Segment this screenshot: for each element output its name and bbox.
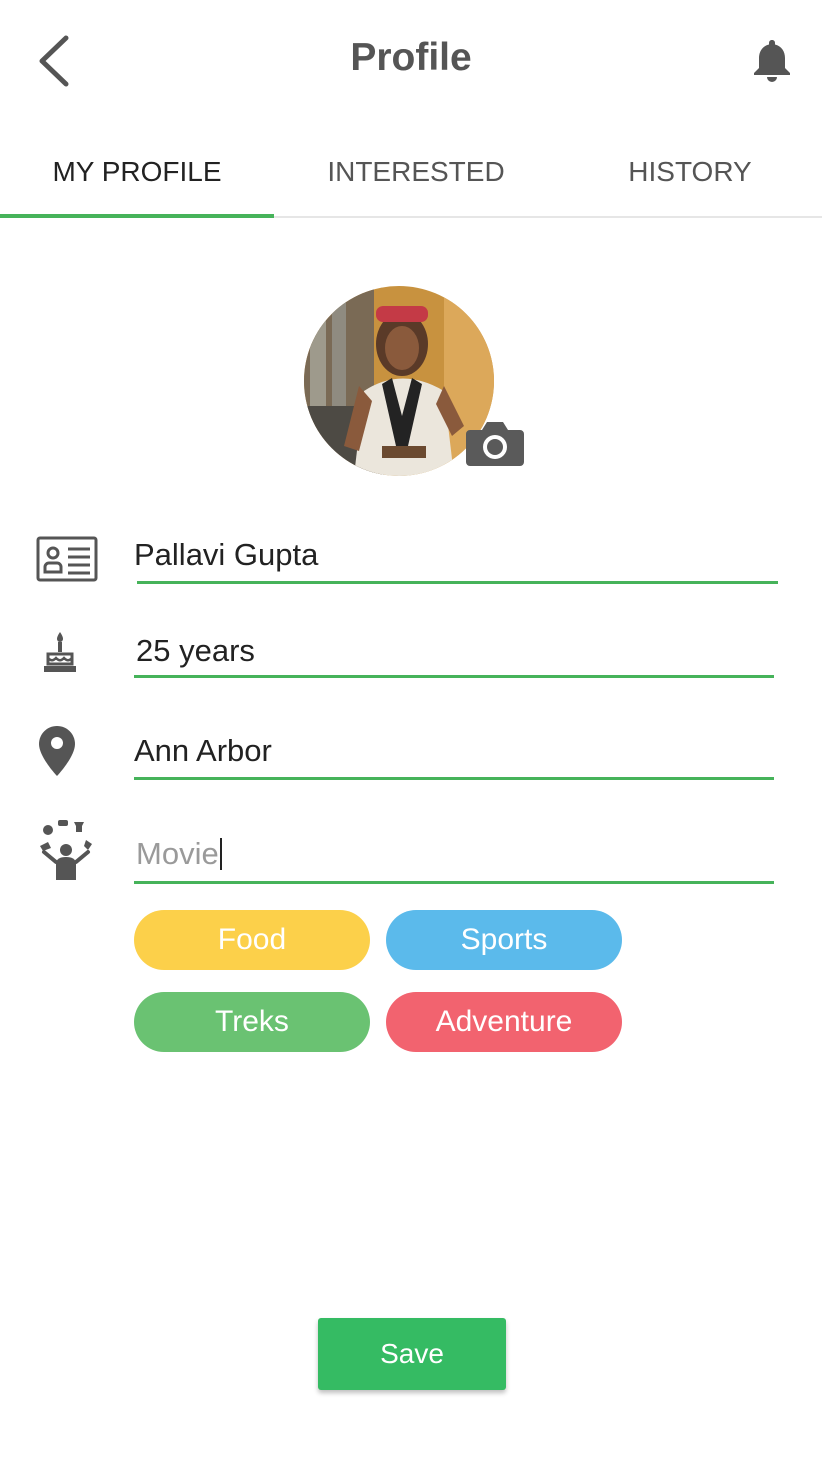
location-field-underline (134, 777, 774, 780)
tab-interested[interactable]: INTERESTED (274, 128, 558, 216)
interests-search-input[interactable]: Movie (134, 832, 774, 876)
notifications-button[interactable] (748, 36, 796, 84)
location-field-row (0, 724, 822, 784)
location-field[interactable] (132, 728, 772, 774)
age-field-row (0, 626, 822, 686)
name-field-underline (137, 581, 778, 584)
app-header: Profile (0, 0, 822, 120)
chip-label: Food (217, 923, 287, 956)
juggling-person-icon (36, 816, 96, 887)
tab-history[interactable]: HISTORY (558, 128, 822, 216)
chip-label: Sports (460, 923, 548, 956)
chip-adventure[interactable]: Adventure (386, 992, 622, 1052)
age-field[interactable] (134, 628, 774, 674)
chip-label: Adventure (435, 1005, 573, 1038)
save-button[interactable]: Save (318, 1318, 506, 1390)
profile-tabs: MY PROFILE INTERESTED HISTORY (0, 128, 822, 218)
bell-icon (754, 40, 790, 82)
chip-sports[interactable]: Sports (386, 910, 622, 970)
birthday-cake-icon (42, 628, 78, 681)
page-title: Profile (350, 36, 472, 79)
avatar-section (304, 286, 530, 476)
name-field-row (0, 530, 822, 590)
chip-treks[interactable]: Treks (134, 992, 370, 1052)
name-field[interactable] (132, 532, 772, 578)
location-pin-icon (37, 724, 77, 783)
interests-field-underline (134, 881, 774, 884)
age-field-underline (134, 675, 774, 678)
interests-field-row: Movie (0, 816, 822, 888)
camera-icon (466, 422, 524, 466)
tab-my-profile[interactable]: MY PROFILE (0, 128, 274, 218)
interests-input-text: Movie (136, 836, 219, 871)
chip-label: Treks (215, 1005, 289, 1038)
change-photo-button[interactable] (464, 418, 526, 470)
text-cursor (219, 838, 222, 870)
chip-food[interactable]: Food (134, 910, 370, 970)
id-card-icon (36, 536, 98, 587)
